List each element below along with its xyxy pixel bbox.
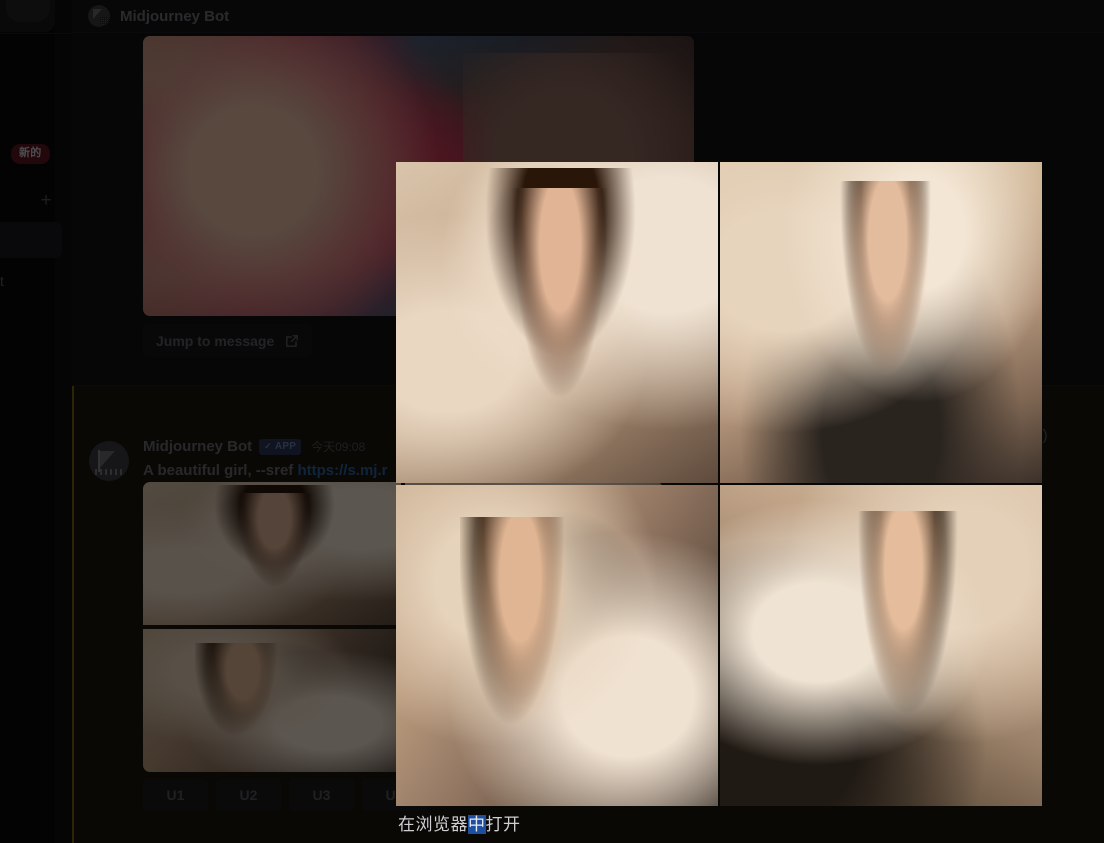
grid-image-3[interactable] xyxy=(143,629,401,772)
message-header: Midjourney Bot ✓ APP 今天09:08 xyxy=(143,438,365,455)
avatar[interactable] xyxy=(89,441,129,481)
status-badge: ✓ APP xyxy=(259,438,302,455)
midjourney-sailboat-icon xyxy=(88,5,110,27)
lightbox-image-2[interactable] xyxy=(720,162,1042,483)
jump-to-message-label: Jump to message xyxy=(156,332,275,349)
jump-to-message-button[interactable]: Jump to message xyxy=(143,324,313,357)
message-timestamp: 今天09:08 xyxy=(311,440,366,454)
lightbox-image-1[interactable] xyxy=(396,162,718,483)
grid-image-1[interactable] xyxy=(143,482,401,625)
image-lightbox[interactable] xyxy=(396,162,1042,806)
add-channel-icon[interactable]: + xyxy=(38,191,54,210)
app-badge-label: APP xyxy=(274,440,297,452)
external-link-icon xyxy=(285,334,299,348)
mention-accent-bar xyxy=(72,386,74,843)
open-in-browser-text-pre: 在浏览器 xyxy=(398,815,468,834)
message-author[interactable]: Midjourney Bot xyxy=(143,438,252,455)
sidebar-panel-card[interactable] xyxy=(0,222,62,258)
discord-window: 新的 + t Midjourney Bot Jump to message Mi… xyxy=(0,0,1104,843)
lightbox-image-4[interactable] xyxy=(720,485,1042,806)
guild-pill[interactable] xyxy=(0,0,55,32)
message-prompt-text: A beautiful girl, --sref xyxy=(143,462,298,479)
message-link[interactable]: https://s.mj.r xyxy=(297,462,387,479)
verified-check-icon: ✓ xyxy=(264,440,272,451)
upscale-button-u3[interactable]: U3 xyxy=(289,779,354,811)
lightbox-image-3[interactable] xyxy=(396,485,718,806)
open-in-browser-text-selected: 中 xyxy=(468,815,486,834)
upscale-button-u1[interactable]: U1 xyxy=(143,779,208,811)
upscale-button-u2[interactable]: U2 xyxy=(216,779,281,811)
page-title: Midjourney Bot xyxy=(120,7,230,25)
guild-icon[interactable] xyxy=(6,0,50,22)
rail-divider xyxy=(0,33,72,34)
guild-rail xyxy=(0,0,55,843)
open-in-browser-label[interactable]: 在浏览器中打开 xyxy=(398,810,521,835)
open-in-browser-text-post: 打开 xyxy=(485,815,521,834)
upscale-button-row: U1 U2 U3 U4 xyxy=(143,779,427,811)
channel-header: Midjourney Bot xyxy=(72,0,1104,33)
channel-rail xyxy=(55,0,72,843)
rail-truncated-text: t xyxy=(0,273,4,289)
new-badge[interactable]: 新的 xyxy=(11,144,50,164)
